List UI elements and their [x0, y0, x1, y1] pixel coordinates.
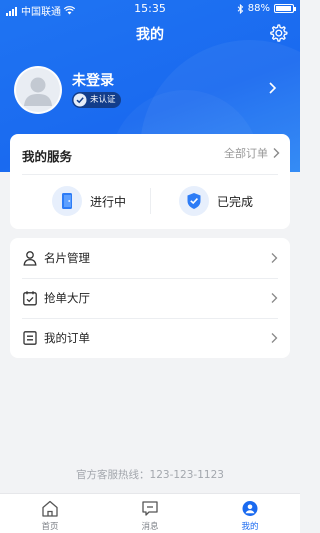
- chevron-right-icon: [269, 82, 277, 94]
- in-progress-button[interactable]: 进行中: [52, 186, 126, 216]
- tab-profile[interactable]: 我的: [200, 494, 300, 533]
- menu-item-card-management[interactable]: 名片管理: [10, 238, 290, 278]
- calendar-check-icon: [23, 291, 37, 306]
- all-orders-label: 全部订单: [224, 147, 268, 160]
- tab-label: 首页: [41, 522, 59, 532]
- chevron-right-icon: [273, 148, 280, 158]
- home-icon: [42, 500, 58, 517]
- navigation-bar: 我的: [0, 20, 300, 48]
- profile-section[interactable]: 未登录 未认证: [0, 62, 300, 122]
- battery-percent: 88%: [247, 3, 270, 14]
- profile-name: 未登录: [72, 73, 114, 89]
- completed-label: 已完成: [217, 194, 254, 209]
- tab-label: 我的: [241, 522, 259, 532]
- menu-item-my-orders[interactable]: 我的订单: [10, 318, 290, 358]
- menu-item-order-hall[interactable]: 抢单大厅: [10, 278, 290, 318]
- completed-button[interactable]: 已完成: [179, 186, 253, 216]
- menu-item-label: 名片管理: [44, 251, 90, 265]
- divider: [150, 188, 151, 214]
- tab-home[interactable]: 首页: [0, 494, 100, 533]
- chevron-right-icon: [271, 333, 278, 343]
- bluetooth-icon: [237, 3, 243, 14]
- tab-label: 消息: [141, 522, 159, 532]
- verification-badge: 未认证: [72, 92, 121, 108]
- menu-item-label: 我的订单: [44, 331, 90, 345]
- verification-status: 未认证: [90, 95, 116, 105]
- in-progress-label: 进行中: [90, 194, 127, 209]
- chevron-right-icon: [271, 253, 278, 263]
- gear-icon[interactable]: [268, 23, 288, 43]
- tab-bar: 首页 消息 我的: [0, 493, 300, 533]
- services-title: 我的服务: [22, 149, 73, 164]
- status-bar: 中国联通 15:35 88%: [0, 0, 300, 18]
- menu-card: 名片管理 抢单大厅 我的订单: [10, 238, 290, 358]
- my-services-card: 我的服务 全部订单 进行中 已完成: [10, 134, 290, 229]
- message-icon: [142, 501, 158, 516]
- person-icon: [23, 251, 37, 266]
- list-icon: [23, 331, 37, 345]
- menu-item-label: 抢单大厅: [44, 291, 90, 305]
- divider: [22, 174, 278, 175]
- verified-seal-icon: [73, 93, 87, 107]
- profile-icon: [242, 501, 258, 516]
- customer-service-hotline: 官方客服热线：123-123-1123: [76, 469, 224, 481]
- chevron-right-icon: [271, 293, 278, 303]
- all-orders-link[interactable]: 全部订单: [224, 145, 280, 161]
- page-title: 我的: [136, 27, 164, 43]
- tab-messages[interactable]: 消息: [100, 494, 200, 533]
- in-progress-icon: [62, 193, 72, 209]
- battery-icon: [274, 4, 296, 13]
- user-avatar-icon: [24, 77, 52, 106]
- avatar[interactable]: [14, 66, 62, 114]
- completed-shield-icon: [187, 193, 201, 209]
